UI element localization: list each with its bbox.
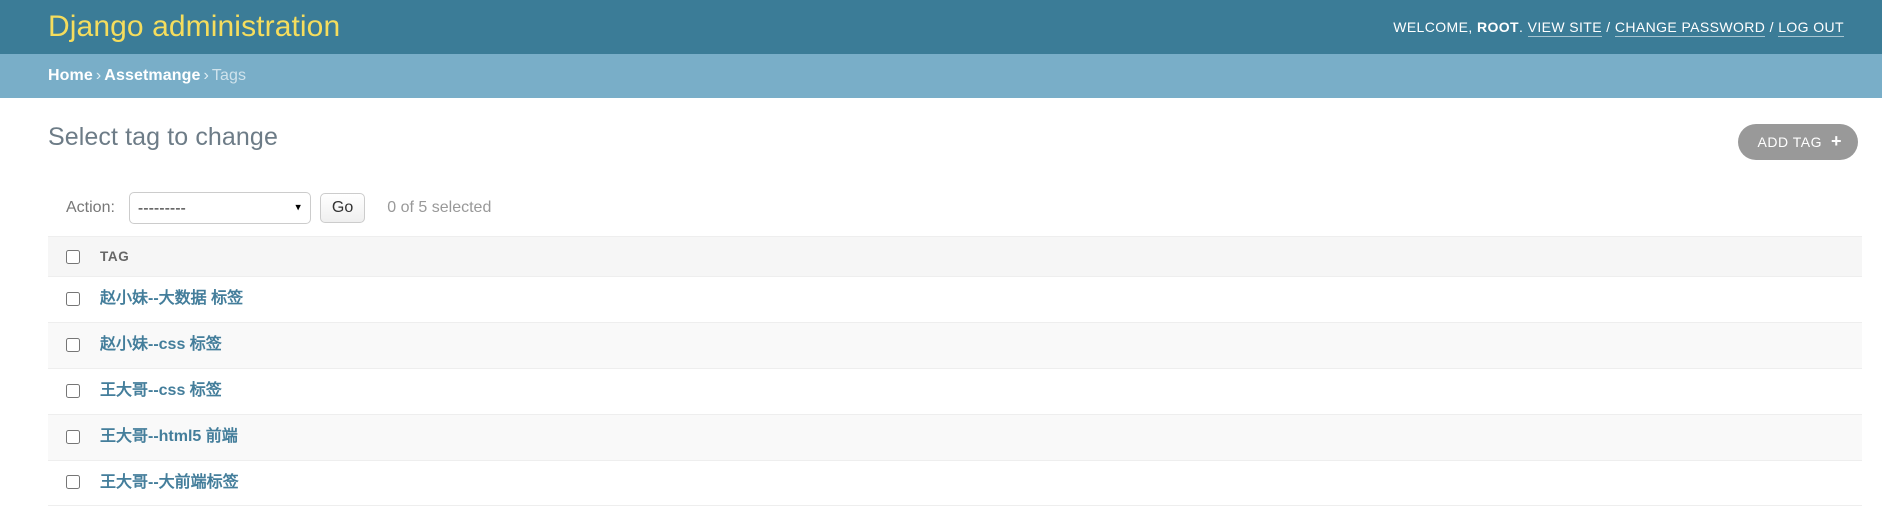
table-row: 王大哥--css 标签 [48, 368, 1862, 415]
tag-link[interactable]: 王大哥--css 标签 [100, 382, 222, 399]
table-header-row: TAG [48, 235, 1862, 278]
table-row: 王大哥--html5 前端 [48, 414, 1862, 461]
tag-link[interactable]: 赵小妹--大数据 标签 [100, 290, 243, 307]
row-select-checkbox[interactable] [66, 338, 80, 352]
tag-cell: 赵小妹--css 标签 [90, 322, 1862, 370]
object-tools: ADD TAG + [1737, 124, 1858, 160]
user-tools-separator-1: / [1606, 19, 1611, 35]
view-site-link[interactable]: VIEW SITE [1527, 19, 1602, 37]
row-checkbox-cell [48, 368, 90, 415]
tag-link[interactable]: 王大哥--大前端标签 [100, 474, 239, 491]
row-checkbox-cell [48, 276, 90, 324]
user-tools-separator-2: / [1769, 19, 1774, 35]
breadcrumb-home[interactable]: Home [48, 67, 93, 84]
log-out-link[interactable]: LOG OUT [1778, 19, 1844, 37]
branding: Django administration [48, 12, 340, 42]
table-row: 赵小妹--大数据 标签 [48, 276, 1862, 324]
table-row: 赵小妹--css 标签 [48, 322, 1862, 370]
add-tag-label: ADD TAG [1757, 134, 1822, 150]
row-select-checkbox[interactable] [66, 383, 80, 398]
row-select-checkbox[interactable] [66, 429, 80, 444]
breadcrumb-separator-1: › [95, 67, 102, 84]
tag-cell: 王大哥--大前端标签 [90, 460, 1862, 507]
welcome-suffix: . [1518, 19, 1524, 35]
plus-icon: + [1830, 131, 1842, 151]
breadcrumb-app[interactable]: Assetmange [104, 67, 200, 84]
select-all-checkbox[interactable] [66, 250, 80, 265]
row-select-checkbox[interactable] [66, 475, 80, 490]
tag-link[interactable]: 王大哥--html5 前端 [100, 428, 238, 445]
tag-cell: 王大哥--html5 前端 [90, 414, 1862, 461]
table-row: 王大哥--大前端标签 [48, 460, 1862, 507]
results-table-head: TAG [48, 235, 1862, 278]
actions-bar: Action: --------- ▾ Go 0 of 5 selected [48, 188, 1862, 228]
select-all-column [48, 235, 90, 278]
tag-cell: 赵小妹--大数据 标签 [90, 276, 1862, 324]
row-select-checkbox[interactable] [66, 292, 80, 307]
action-counter: 0 of 5 selected [387, 199, 492, 216]
results-table-body: 赵小妹--大数据 标签 赵小妹--css 标签 王大哥--css 标签 王大哥--ht… [48, 276, 1862, 507]
site-header: Django administration WELCOME, ROOT. VIE… [0, 0, 1882, 54]
breadcrumb-current: Tags [211, 67, 247, 84]
page-title: Select tag to change [48, 123, 278, 151]
row-checkbox-cell [48, 460, 90, 507]
changelist: Action: --------- ▾ Go 0 of 5 selected T… [48, 188, 1872, 507]
column-header-tag[interactable]: TAG [90, 235, 1862, 278]
content-title-row: Select tag to change ADD TAG + [48, 122, 1872, 160]
add-tag-button[interactable]: ADD TAG + [1737, 124, 1858, 160]
username: ROOT [1476, 19, 1519, 35]
welcome-text: WELCOME, [1393, 19, 1473, 35]
go-button[interactable]: Go [319, 193, 366, 223]
change-password-link[interactable]: CHANGE PASSWORD [1614, 19, 1766, 37]
tag-cell: 王大哥--css 标签 [90, 368, 1862, 415]
action-label: Action: [66, 199, 115, 216]
breadcrumb: Home › Assetmange › Tags [0, 54, 1882, 98]
main-content: Select tag to change ADD TAG + Action: -… [0, 98, 1882, 507]
action-select-wrap: --------- ▾ [128, 192, 311, 224]
user-tools: WELCOME, ROOT. VIEW SITE / CHANGE PASSWO… [1393, 19, 1858, 37]
tag-link[interactable]: 赵小妹--css 标签 [100, 336, 222, 353]
action-select[interactable]: --------- [128, 192, 311, 224]
row-checkbox-cell [48, 322, 90, 370]
site-title: Django administration [48, 10, 341, 43]
results-table: TAG 赵小妹--大数据 标签 赵小妹--css 标签 王大哥--css 标签 王大哥… [48, 235, 1862, 507]
breadcrumb-separator-2: › [203, 67, 209, 84]
row-checkbox-cell [48, 414, 90, 461]
changelist-form: Action: --------- ▾ Go 0 of 5 selected T… [48, 188, 1862, 507]
